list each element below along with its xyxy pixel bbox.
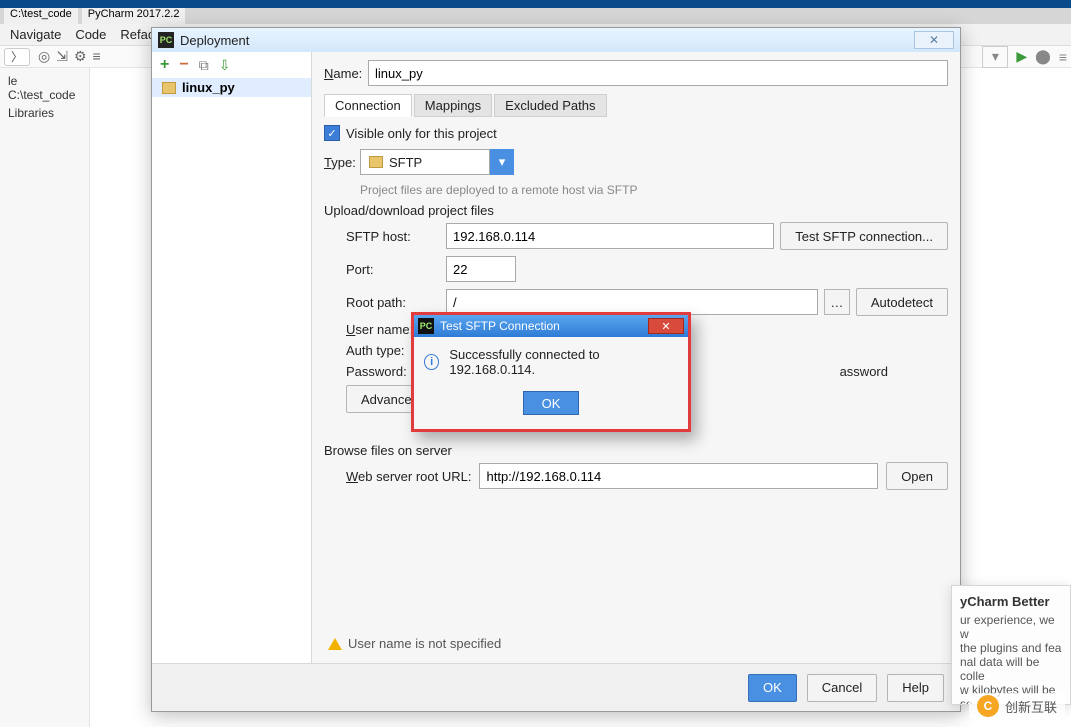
breadcrumb[interactable]: 〉 <box>4 48 30 66</box>
external-libraries[interactable]: Libraries <box>4 104 85 122</box>
remove-icon[interactable]: − <box>179 56 188 74</box>
dialog-close-button[interactable]: ✕ <box>914 31 954 49</box>
visible-only-checkbox[interactable]: ✓ <box>324 125 340 141</box>
name-label: Name: <box>324 66 368 81</box>
open-button[interactable]: Open <box>886 462 948 490</box>
tab-excluded[interactable]: Excluded Paths <box>494 94 606 117</box>
visible-only-label: Visible only for this project <box>346 126 497 141</box>
tab-mappings[interactable]: Mappings <box>414 94 492 117</box>
debug-icon[interactable]: ⬤ <box>1035 48 1051 65</box>
popup-close-button[interactable]: ✕ <box>648 318 684 334</box>
pycharm-icon: PC <box>158 32 174 48</box>
server-name: linux_py <box>182 80 235 95</box>
notification-card[interactable]: yCharm Better ur experience, we w the pl… <box>951 585 1071 705</box>
notification-line: the plugins and fea <box>960 641 1062 655</box>
notification-heading: yCharm Better <box>960 594 1062 609</box>
notification-line: ur experience, we w <box>960 613 1062 641</box>
target-icon[interactable]: ◎ <box>38 48 50 65</box>
save-password-label-partial: assword <box>840 364 888 379</box>
tab-connection[interactable]: Connection <box>324 94 412 117</box>
root-path-label: Root path: <box>346 295 436 310</box>
popup-message: Successfully connected to 192.168.0.114. <box>449 347 678 377</box>
dialog-cancel-button[interactable]: Cancel <box>807 674 877 702</box>
folder-icon <box>162 82 176 94</box>
add-icon[interactable]: + <box>160 56 169 74</box>
autodetect-button[interactable]: Autodetect <box>856 288 948 316</box>
browse-section-header: Browse files on server <box>324 443 948 458</box>
run-icon[interactable]: ▶ <box>1016 48 1027 65</box>
menu-navigate[interactable]: Navigate <box>10 27 61 42</box>
test-sftp-popup: PC Test SFTP Connection ✕ i Successfully… <box>411 312 691 432</box>
copy-icon[interactable]: ⧉ <box>199 57 209 74</box>
server-tree-item[interactable]: linux_py <box>152 78 311 97</box>
type-label: Type: <box>324 155 360 170</box>
notification-line: nal data will be colle <box>960 655 1062 683</box>
browse-root-button[interactable]: … <box>824 289 850 315</box>
info-icon: i <box>424 354 439 370</box>
port-input[interactable] <box>446 256 516 282</box>
popup-title-text: Test SFTP Connection <box>440 319 560 333</box>
type-hint: Project files are deployed to a remote h… <box>360 183 948 197</box>
path-tab[interactable]: C:\test_code <box>4 8 78 24</box>
more-icon[interactable]: ≡ <box>1059 49 1067 65</box>
warning-text: User name is not specified <box>348 636 501 651</box>
deploy-icon[interactable]: ⇩ <box>219 57 231 74</box>
type-dropdown-arrow[interactable]: ▾ <box>490 149 514 175</box>
warning-icon <box>328 638 342 650</box>
dialog-help-button[interactable]: Help <box>887 674 944 702</box>
app-title-tab: PyCharm 2017.2.2 <box>82 8 186 24</box>
upload-section-header: Upload/download project files <box>324 203 948 218</box>
project-path[interactable]: le C:\test_code <box>4 72 85 104</box>
run-config-dropdown[interactable]: ▾ <box>982 46 1008 68</box>
menu-icon[interactable]: ≡ <box>93 48 101 65</box>
gear-icon[interactable]: ⚙ <box>74 48 87 65</box>
dialog-title: Deployment <box>180 33 249 48</box>
name-input[interactable] <box>368 60 948 86</box>
dialog-ok-button[interactable]: OK <box>748 674 797 702</box>
collapse-icon[interactable]: ⇲ <box>56 48 68 65</box>
watermark: C 创新互联 <box>969 693 1065 719</box>
sftp-host-label: SFTP host: <box>346 229 436 244</box>
popup-app-icon: PC <box>418 318 434 334</box>
test-connection-button[interactable]: Test SFTP connection... <box>780 222 948 250</box>
port-label: Port: <box>346 262 436 277</box>
type-select[interactable]: SFTP <box>360 149 490 175</box>
web-root-label: Web server root URL: <box>346 469 471 484</box>
popup-ok-button[interactable]: OK <box>523 391 579 415</box>
menu-code[interactable]: Code <box>75 27 106 42</box>
web-root-input[interactable] <box>479 463 878 489</box>
sftp-host-input[interactable] <box>446 223 774 249</box>
